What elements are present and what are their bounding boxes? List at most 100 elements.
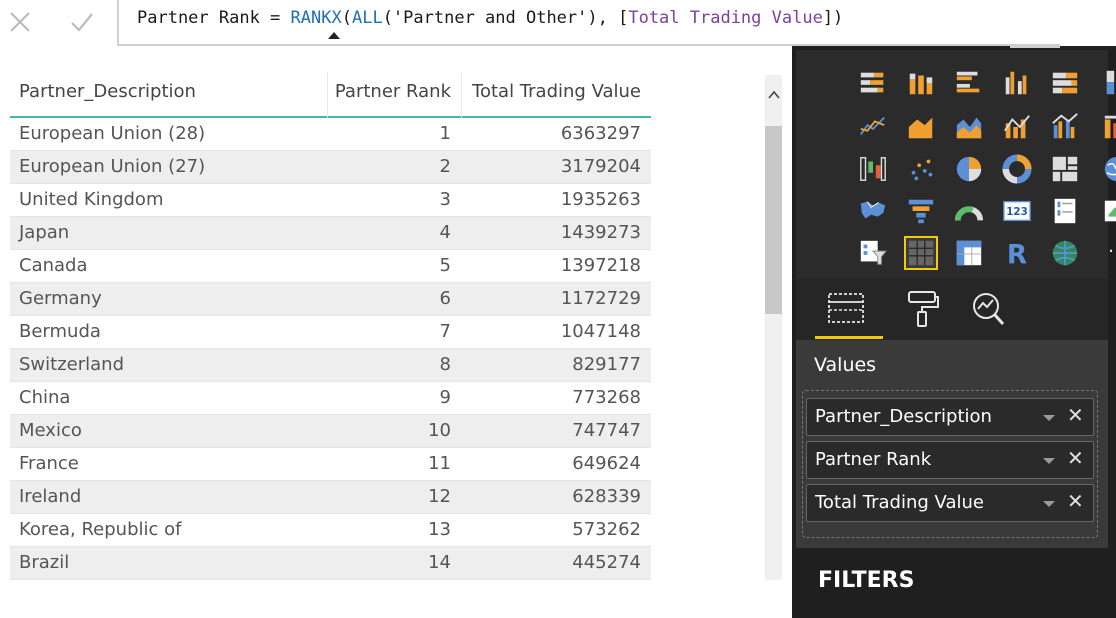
ribbon-chart-icon[interactable] [1100, 110, 1116, 144]
cell-partner-description: Brazil [19, 552, 70, 573]
line-and-clustered-column-icon[interactable] [1048, 110, 1082, 144]
slicer-icon[interactable] [856, 236, 890, 270]
cell-total-trading-value: 1439273 [560, 222, 641, 243]
filled-map-icon[interactable] [856, 194, 890, 228]
chevron-down-icon[interactable] [1043, 415, 1055, 421]
cell-partner-rank: 13 [428, 519, 451, 540]
scroll-up-icon[interactable] [765, 88, 782, 112]
table-row[interactable]: European Union (27) 2 3179204 [10, 151, 651, 184]
table-row[interactable]: Switzerland 8 829177 [10, 349, 651, 382]
clustered-column-chart-icon[interactable] [1000, 66, 1034, 100]
cell-partner-description: Bermuda [19, 321, 101, 342]
field-well-label: Total Trading Value [815, 492, 984, 513]
cell-total-trading-value: 1047148 [560, 321, 641, 342]
treemap-icon[interactable] [1048, 152, 1082, 186]
remove-field-icon[interactable]: ✕ [1067, 489, 1084, 513]
close-icon[interactable] [0, 0, 40, 44]
table-row[interactable]: United Kingdom 3 1935263 [10, 184, 651, 217]
map-icon[interactable] [1100, 152, 1116, 186]
table-row[interactable]: Japan 4 1439273 [10, 217, 651, 250]
pie-chart-icon[interactable] [952, 152, 986, 186]
column-header-total-trading-value[interactable]: Total Trading Value [461, 72, 651, 118]
card-icon[interactable]: 123 [1000, 194, 1034, 228]
pane-collapse-handle[interactable] [1010, 44, 1060, 48]
r-script-text: R [1007, 240, 1027, 268]
cell-partner-rank: 12 [428, 486, 451, 507]
clustered-bar-chart-icon[interactable] [952, 66, 986, 100]
table-row[interactable]: France 11 649624 [10, 448, 651, 481]
formula-table-argument: ('Partner and Other'), [382, 8, 619, 28]
table-header: Partner_Description Partner Rank Total T… [10, 72, 651, 118]
cell-partner-rank: 1 [439, 123, 451, 144]
stacked-area-chart-icon[interactable] [952, 110, 986, 144]
table-row[interactable]: Ireland 12 628339 [10, 481, 651, 514]
fields-tab[interactable] [822, 286, 870, 332]
stacked-bar-chart-icon[interactable] [856, 66, 890, 100]
100-stacked-column-chart-icon[interactable] [1100, 66, 1116, 100]
table-icon[interactable] [904, 236, 938, 270]
cell-total-trading-value: 445274 [572, 552, 641, 573]
r-script-visual-icon[interactable]: R [1000, 236, 1034, 270]
field-well-partner-rank[interactable]: Partner Rank ✕ [806, 441, 1094, 479]
100-stacked-bar-chart-icon[interactable] [1048, 66, 1082, 100]
column-header-partner-description[interactable]: Partner_Description [19, 72, 196, 118]
table-row[interactable]: Bermuda 7 1047148 [10, 316, 651, 349]
kpi-icon[interactable] [1100, 194, 1116, 228]
cell-total-trading-value: 3179204 [560, 156, 641, 177]
field-well-label: Partner Rank [815, 449, 932, 470]
scatter-chart-icon[interactable] [904, 152, 938, 186]
more-visuals-icon[interactable]: ··· [1100, 236, 1116, 270]
stacked-column-chart-icon[interactable] [904, 66, 938, 100]
table-row[interactable]: Brazil 14 445274 [10, 547, 651, 580]
formula-bar-divider [117, 0, 119, 46]
cell-total-trading-value: 1397218 [560, 255, 641, 276]
matrix-icon[interactable] [952, 236, 986, 270]
table-row[interactable]: Mexico 10 747747 [10, 415, 651, 448]
cell-partner-description: European Union (27) [19, 156, 206, 177]
cell-partner-description: Mexico [19, 420, 82, 441]
line-chart-icon[interactable] [856, 110, 890, 144]
waterfall-chart-icon[interactable] [856, 152, 890, 186]
line-and-stacked-column-icon[interactable] [1000, 110, 1034, 144]
formula-close: ]) [822, 8, 844, 28]
table-row[interactable]: European Union (28) 1 6363297 [10, 118, 651, 151]
pane-tabs [796, 278, 1108, 340]
field-well-partner-description[interactable]: Partner_Description ✕ [806, 398, 1094, 436]
table-row[interactable]: Korea, Republic of 13 573262 [10, 514, 651, 547]
area-chart-icon[interactable] [904, 110, 938, 144]
chevron-down-icon[interactable] [1043, 501, 1055, 507]
table-visual[interactable]: Partner_Description Partner Rank Total T… [10, 72, 651, 580]
table-row[interactable]: Germany 6 1172729 [10, 283, 651, 316]
cell-partner-rank: 5 [439, 255, 451, 276]
column-header-partner-rank[interactable]: Partner Rank [327, 72, 461, 118]
table-row[interactable]: Canada 5 1397218 [10, 250, 651, 283]
donut-chart-icon[interactable] [1000, 152, 1034, 186]
cell-total-trading-value: 628339 [572, 486, 641, 507]
field-well-total-trading-value[interactable]: Total Trading Value ✕ [806, 484, 1094, 522]
cell-partner-description: Switzerland [19, 354, 124, 375]
cell-partner-rank: 6 [439, 288, 451, 309]
multi-row-card-icon[interactable] [1048, 194, 1082, 228]
chevron-down-icon[interactable] [1043, 458, 1055, 464]
formula-bracket: [ [618, 8, 629, 28]
check-icon[interactable] [62, 0, 102, 44]
cell-total-trading-value: 1172729 [560, 288, 641, 309]
format-tab[interactable] [898, 286, 946, 332]
cell-partner-rank: 3 [439, 189, 451, 210]
remove-field-icon[interactable]: ✕ [1067, 403, 1084, 427]
analytics-tab[interactable] [964, 286, 1012, 332]
globe-map-icon[interactable] [1048, 236, 1082, 270]
funnel-icon[interactable] [904, 194, 938, 228]
sort-ascending-icon [328, 32, 340, 39]
cell-total-trading-value: 773268 [572, 387, 641, 408]
scrollbar-thumb[interactable] [765, 126, 782, 314]
cell-partner-description: United Kingdom [19, 189, 164, 210]
gauge-icon[interactable] [952, 194, 986, 228]
remove-field-icon[interactable]: ✕ [1067, 446, 1084, 470]
formula-measure-reference: Total Trading Value [628, 8, 823, 28]
cell-partner-description: China [19, 387, 71, 408]
formula-bar: Partner Rank = RANKX(ALL('Partner and Ot… [0, 0, 1116, 46]
formula-function-rankx: RANKX [290, 8, 342, 28]
table-row[interactable]: China 9 773268 [10, 382, 651, 415]
formula-input[interactable]: Partner Rank = RANKX(ALL('Partner and Ot… [137, 6, 843, 30]
